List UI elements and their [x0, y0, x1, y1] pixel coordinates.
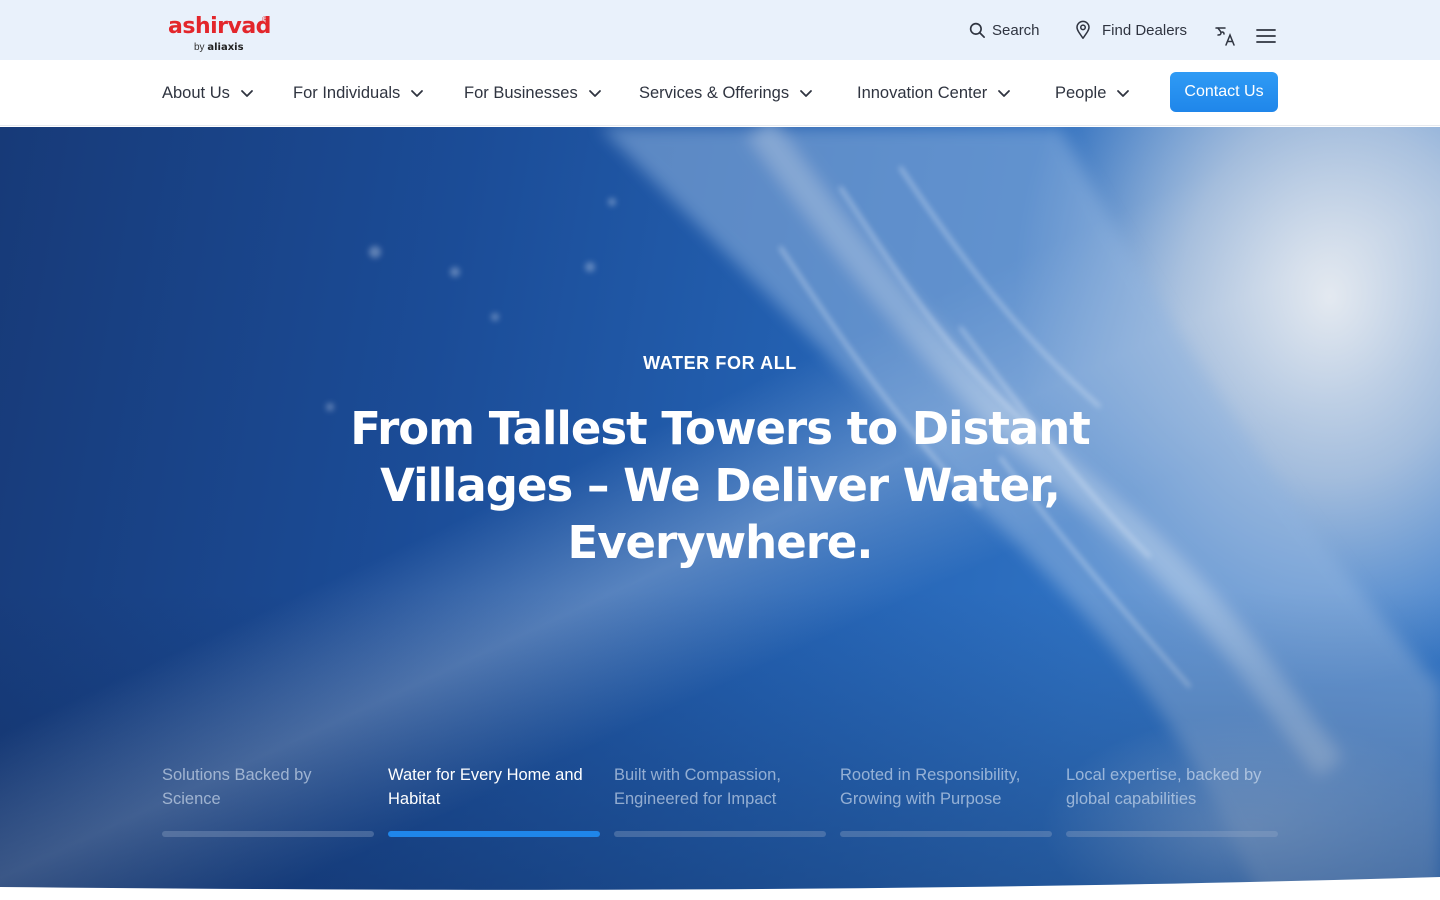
nav-item-label: People — [1055, 83, 1107, 102]
chevron-down-icon — [411, 90, 424, 97]
nav-item-label: Innovation Center — [857, 83, 988, 102]
contact-us-button[interactable]: Contact Us — [1170, 72, 1278, 112]
nav-item-services-offerings[interactable]: Services & Offerings — [639, 60, 813, 126]
slide-tab-label: Solutions Backed by Science — [162, 766, 312, 808]
hero-slide-tabs: Solutions Backed by Science Water for Ev… — [162, 763, 1278, 843]
slide-tab-built-with-compassion[interactable]: Built with Compassion, Engineered for Im… — [614, 763, 826, 837]
search-icon — [968, 21, 986, 39]
slide-tab-rooted-in-responsibility[interactable]: Rooted in Responsibility, Growing with P… — [840, 763, 1052, 837]
slide-tab-label: Local expertise, backed by global capabi… — [1066, 766, 1262, 808]
find-dealers-label: Find Dealers — [1102, 21, 1188, 39]
nav-item-for-individuals[interactable]: For Individuals — [293, 60, 424, 126]
slide-progress-bar — [614, 831, 826, 837]
slide-tab-label: Built with Compassion, Engineered for Im… — [614, 766, 781, 808]
nav-item-for-businesses[interactable]: For Businesses — [464, 60, 602, 126]
slide-tab-water-for-every-home[interactable]: Water for Every Home and Habitat — [388, 763, 600, 837]
chevron-down-icon — [800, 90, 812, 97]
search-link[interactable]: Search — [968, 0, 1040, 60]
chevron-down-icon — [1117, 90, 1130, 97]
hamburger-menu-icon[interactable] — [1255, 24, 1279, 48]
translate-icon[interactable] — [1214, 24, 1238, 48]
location-pin-icon — [1074, 20, 1092, 40]
hero-eyebrow: WATER FOR ALL — [643, 353, 797, 373]
nav-item-innovation-center[interactable]: Innovation Center — [857, 60, 1011, 126]
nav-item-label: Services & Offerings — [639, 83, 790, 102]
top-utility-bar: ashirvad ® by aliaxis Search Find Dealer… — [0, 0, 1440, 60]
slide-progress-bar — [1066, 831, 1278, 837]
slide-progress-bar — [388, 831, 600, 837]
slide-progress-bar — [840, 831, 1052, 837]
ashirvad-logo[interactable]: ashirvad ® by aliaxis — [168, 14, 278, 56]
slide-tab-local-expertise[interactable]: Local expertise, backed by global capabi… — [1066, 763, 1278, 837]
nav-item-label: For Businesses — [464, 83, 578, 102]
nav-item-people[interactable]: People — [1055, 60, 1130, 126]
hero-headline: From Tallest Towers to Distant Villages … — [350, 402, 1091, 569]
chevron-down-icon — [998, 90, 1011, 97]
chevron-down-icon — [240, 90, 253, 97]
nav-item-label: For Individuals — [293, 83, 401, 102]
slide-tab-label: Rooted in Responsibility, Growing with P… — [840, 766, 1021, 808]
logo-wordmark: ashirvad — [168, 14, 271, 39]
nav-item-about-us[interactable]: About Us — [162, 60, 254, 126]
search-label: Search — [992, 21, 1040, 39]
nav-item-label: About Us — [162, 83, 230, 102]
slide-tab-label: Water for Every Home and Habitat — [388, 766, 583, 808]
logo-byline: by aliaxis — [194, 42, 244, 53]
slide-progress-bar — [162, 831, 374, 837]
slide-tab-solutions-backed-by-science[interactable]: Solutions Backed by Science — [162, 763, 374, 837]
hero-bottom-curve — [0, 877, 1440, 900]
find-dealers-link[interactable]: Find Dealers — [1074, 0, 1187, 60]
chevron-down-icon — [588, 90, 601, 97]
logo-registered-mark: ® — [262, 15, 268, 24]
